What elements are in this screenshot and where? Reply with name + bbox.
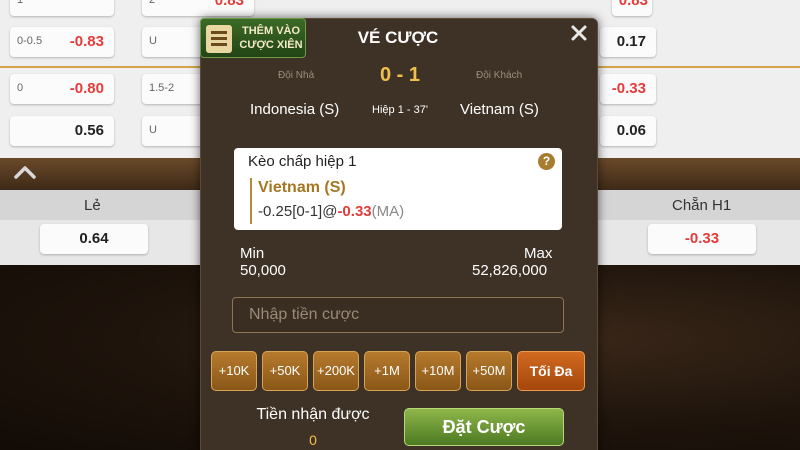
odds-cell-value: 0.83 — [214, 0, 244, 9]
close-icon[interactable] — [566, 20, 592, 46]
odds-cell-value: -0.80 — [69, 80, 104, 97]
odds-cell-value: 0.64 — [79, 230, 109, 247]
max-stake-button[interactable]: Tối Đa — [517, 351, 585, 391]
odds-cell-label: 0-0.5 — [17, 35, 43, 47]
odds-cell[interactable]: 1 — [10, 0, 114, 16]
bet-line-detail: -0.25[0-1]@-0.33(MA) — [258, 203, 404, 220]
ticket-icon — [206, 25, 232, 53]
match-period: Hiệp 1 - 37' — [372, 104, 428, 116]
modal-title: VÉ CƯỢC — [357, 28, 439, 47]
place-bet-button[interactable]: Đặt Cược — [404, 408, 564, 446]
bet-selection-stripe — [250, 178, 252, 224]
odds-type: (MA) — [371, 203, 405, 220]
quick-stake-10m-button[interactable]: +10M — [415, 351, 461, 391]
odds-cell[interactable]: 0.56 — [10, 116, 114, 146]
bet-selection-team: Vietnam (S) — [258, 179, 346, 196]
odds-cell[interactable]: -0.33 — [600, 74, 656, 104]
add-to-parlay-button[interactable]: THÊM VÀO CƯỢC XIÊN — [200, 18, 306, 58]
max-stake-label: Max — [524, 245, 553, 262]
odds-cell-value: 0.17 — [616, 33, 646, 50]
odds-cell-value: 0.83 — [618, 0, 648, 9]
quick-stake-10k-button[interactable]: +10K — [211, 351, 257, 391]
bet-handicap: -0.25[0-1]@ — [258, 203, 338, 220]
quick-stake-50m-button[interactable]: +50M — [466, 351, 512, 391]
home-team-name: Indonesia (S) — [250, 101, 340, 118]
odds-cell[interactable]: 0-0.5 -0.83 — [10, 27, 114, 57]
match-score: 0 - 1 — [379, 64, 421, 86]
help-icon[interactable]: ? — [538, 153, 555, 170]
column-header-odd: Lẻ — [84, 197, 101, 214]
min-stake-label: Min — [240, 245, 265, 262]
odds-cell-value: -0.33 — [684, 230, 720, 247]
home-team-label: Đội Nhà — [278, 70, 315, 81]
odds-cell[interactable]: 0.64 — [40, 224, 148, 254]
odds-cell[interactable]: -0.33 — [648, 224, 756, 254]
away-team-label: Đội Khách — [476, 70, 523, 81]
payout-label: Tiền nhận được — [256, 406, 370, 423]
odds-cell-value: -0.33 — [611, 80, 646, 97]
odds-cell[interactable]: 0.83 — [612, 0, 652, 16]
odds-cell[interactable]: 0 -0.80 — [10, 74, 114, 104]
odds-cell-label: 1.5-2 — [149, 82, 175, 94]
odds-cell-value: -0.83 — [69, 33, 104, 50]
chevron-up-icon[interactable] — [12, 162, 38, 182]
away-team-name: Vietnam (S) — [460, 101, 539, 118]
payout-value: 0 — [309, 432, 317, 448]
odds-cell-label: 1 — [17, 0, 24, 6]
odds-cell-label: U — [149, 35, 157, 47]
odds-cell-label: 2 — [149, 0, 156, 6]
min-stake-value: 50,000 — [240, 262, 286, 279]
quick-stake-200k-button[interactable]: +200K — [313, 351, 359, 391]
odds-cell[interactable]: 0.17 — [600, 27, 656, 57]
odds-cell-value: 0.56 — [74, 122, 104, 139]
odds-cell-label: 0 — [17, 82, 24, 94]
add-to-parlay-label: THÊM VÀO CƯỢC XIÊN — [239, 25, 303, 51]
quick-stake-1m-button[interactable]: +1M — [364, 351, 410, 391]
odds-cell[interactable]: 0.06 — [600, 116, 656, 146]
max-stake-value: 52,826,000 — [472, 262, 548, 279]
quick-stake-50k-button[interactable]: +50K — [262, 351, 308, 391]
odds-cell[interactable]: 2 0.83 — [142, 0, 254, 16]
bet-market-name: Kèo chấp hiệp 1 — [248, 153, 357, 170]
column-header-even-h1: Chẵn H1 — [672, 197, 732, 214]
bet-odds: -0.33 — [337, 203, 372, 220]
odds-cell-label: U — [149, 124, 157, 136]
stake-input[interactable] — [232, 297, 564, 333]
odds-cell-value: 0.06 — [616, 122, 646, 139]
